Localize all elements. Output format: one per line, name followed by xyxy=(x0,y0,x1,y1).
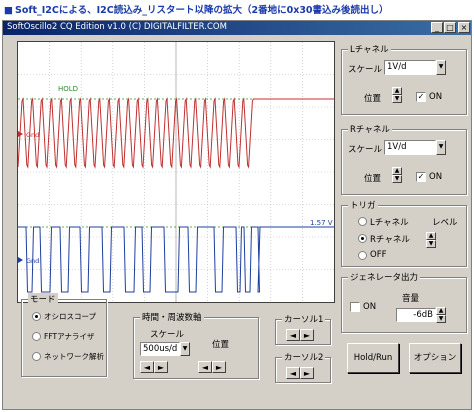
hold-run-button[interactable]: Hold/Run xyxy=(347,343,399,373)
left-position-label: 位置 xyxy=(364,94,382,104)
time-scale-dropdown[interactable]: ▼ xyxy=(180,342,190,356)
trigger-group: トリガ Lチャネル Rチャネル OFF レベル ▲ ▼ xyxy=(341,199,467,267)
ch1-gnd-label: Gnd xyxy=(26,131,39,139)
generator-volume-up[interactable]: ▲ xyxy=(436,307,446,315)
mode-radio-1[interactable] xyxy=(32,332,41,341)
mode-group: モード オシロスコープ FFTアナライザ ネットワーク解析 xyxy=(21,293,107,377)
left-channel-group: Lチャネル スケール 1V/d ▼ 位置 ▲ ▼ ✓ ON xyxy=(341,43,467,115)
trigger-radio-0[interactable] xyxy=(358,217,367,226)
app-window: SoftOscillo2 CQ Edition v1.0 (C) DIGITAL… xyxy=(2,20,472,410)
option-button[interactable]: オプション xyxy=(409,343,461,373)
mode-label: モード xyxy=(28,293,58,305)
mode-option-1: FFTアナライザ xyxy=(44,332,95,341)
left-channel-label: Lチャネル xyxy=(348,43,391,55)
left-position-down[interactable]: ▼ xyxy=(392,95,402,103)
left-position-up[interactable]: ▲ xyxy=(392,87,402,95)
trigger-option-0: Lチャネル xyxy=(370,218,409,228)
generator-on-label: ON xyxy=(363,302,377,312)
scope-graph: HOLD 1.57 V Gnd Gnd xyxy=(18,42,334,302)
right-scale-field[interactable]: 1V/d xyxy=(384,140,436,155)
right-scale-dropdown[interactable]: ▼ xyxy=(436,140,446,155)
right-position-label: 位置 xyxy=(364,174,382,184)
maximize-button[interactable]: □ xyxy=(444,22,456,33)
page-heading: ■ Soft_I2Cによる、I2C読込み_リスタート以降の拡大（2番地に0x30書… xyxy=(4,2,389,16)
heading-text: Soft_I2Cによる、I2C読込み_リスタート以降の拡大（2番地に0x30書込… xyxy=(14,5,389,16)
right-channel-group: Rチャネル スケール 1V/d ▼ 位置 ▲ ▼ ✓ ON xyxy=(341,123,467,195)
window-title: SoftOscillo2 CQ Edition v1.0 (C) DIGITAL… xyxy=(7,22,227,32)
scope-grid xyxy=(18,42,334,302)
minimize-button[interactable]: _ xyxy=(431,22,443,33)
cursor2-left-button[interactable]: ◄ xyxy=(286,367,300,379)
generator-volume-label: 音量 xyxy=(402,294,420,304)
mode-option-0: オシロスコープ xyxy=(44,312,97,321)
heading-bullet: ■ xyxy=(4,5,13,16)
right-on-checkbox[interactable]: ✓ xyxy=(416,172,426,182)
time-position-left-button[interactable]: ◄ xyxy=(198,361,212,373)
right-position-down[interactable]: ▼ xyxy=(392,175,402,183)
cursor1-left-button[interactable]: ◄ xyxy=(286,329,300,341)
trigger-label: トリガ xyxy=(348,199,378,211)
ch2-gnd-marker xyxy=(18,257,23,263)
generator-group: ジェネレータ出力 ON 音量 -6dB ▲ ▼ xyxy=(341,271,467,333)
title-bar: SoftOscillo2 CQ Edition v1.0 (C) DIGITAL… xyxy=(3,21,471,35)
trigger-option-1: Rチャネル xyxy=(370,235,410,245)
hold-label: HOLD xyxy=(58,85,78,93)
cursor1-label: カーソル1 xyxy=(282,313,326,325)
generator-volume-down[interactable]: ▼ xyxy=(436,315,446,323)
left-scale-label: スケール xyxy=(348,65,383,75)
left-scale-field[interactable]: 1V/d xyxy=(384,60,436,75)
cursor1-group: カーソル1 ◄ ► xyxy=(275,313,331,345)
mode-radio-0[interactable] xyxy=(32,312,41,321)
time-scale-left-button[interactable]: ◄ xyxy=(140,361,154,373)
time-scale-field[interactable]: 500us/d xyxy=(140,342,180,356)
left-on-checkbox[interactable]: ✓ xyxy=(416,92,426,102)
trigger-level-down[interactable]: ▼ xyxy=(426,240,436,248)
right-on-label: ON xyxy=(429,172,443,182)
trigger-radio-1[interactable] xyxy=(358,234,367,243)
right-scale-label: スケール xyxy=(348,145,383,155)
scope-display: HOLD 1.57 V Gnd Gnd xyxy=(17,41,335,303)
time-group: 時間・周波数軸 スケール 500us/d ▼ 位置 ◄ ► ◄ ► xyxy=(133,311,259,379)
trigger-level-up[interactable]: ▲ xyxy=(426,232,436,240)
generator-label: ジェネレータ出力 xyxy=(348,271,421,283)
time-scale-right-button[interactable]: ► xyxy=(154,361,168,373)
left-on-label: ON xyxy=(429,92,443,102)
trigger-level-label: 1.57 V xyxy=(310,219,333,227)
cursor2-group: カーソル2 ◄ ► xyxy=(275,351,331,383)
trigger-option-2: OFF xyxy=(370,250,387,260)
time-scale-label: スケール xyxy=(150,330,185,340)
time-label: 時間・周波数軸 xyxy=(140,311,204,323)
generator-volume-field[interactable]: -6dB xyxy=(396,308,436,322)
time-position-label: 位置 xyxy=(212,340,230,350)
mode-radio-2[interactable] xyxy=(32,352,41,361)
left-scale-dropdown[interactable]: ▼ xyxy=(436,60,446,75)
mode-option-2: ネットワーク解析 xyxy=(44,352,104,361)
cursor2-right-button[interactable]: ► xyxy=(300,367,314,379)
cursor1-right-button[interactable]: ► xyxy=(300,329,314,341)
trigger-radio-2[interactable] xyxy=(358,251,367,260)
trigger-level-text: レベル xyxy=(432,218,458,228)
close-button[interactable]: × xyxy=(458,22,470,33)
cursor2-label: カーソル2 xyxy=(282,351,326,363)
right-channel-label: Rチャネル xyxy=(348,123,392,135)
right-position-up[interactable]: ▲ xyxy=(392,167,402,175)
time-position-right-button[interactable]: ► xyxy=(212,361,226,373)
generator-on-checkbox[interactable] xyxy=(350,302,360,312)
